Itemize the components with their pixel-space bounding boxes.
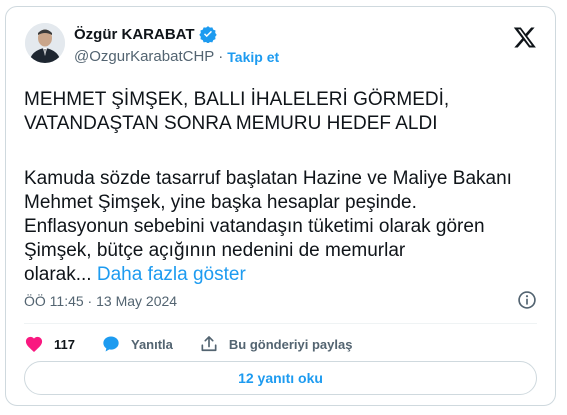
body-line-last: olarak... Daha fazla göster: [24, 263, 544, 287]
body-line: Kamuda sözde tasarruf başlatan Hazine ve…: [24, 168, 512, 189]
x-logo-icon[interactable]: [513, 25, 537, 49]
author-handle-row: @OzgurKarabatCHP · Takip et: [74, 48, 279, 65]
tweet-card[interactable]: Özgür KARABAT @OzgurKarabatCHP · Takip e…: [5, 6, 556, 406]
avatar[interactable]: [25, 23, 65, 63]
divider: [24, 323, 537, 324]
headline-line: MEHMET ŞİMŞEK, BALLI İHALELERİ GÖRMEDİ,: [24, 89, 450, 110]
body-line: Enflasyonun sebebini vatandaşın tüketimi…: [24, 216, 485, 237]
info-icon[interactable]: [517, 290, 537, 310]
heart-icon: [25, 336, 43, 352]
reply-label: Yanıtla: [130, 336, 173, 352]
like-button[interactable]: 117: [24, 334, 75, 354]
headline-line: VATANDAŞTAN SONRA MEMURU HEDEF ALDI: [24, 113, 438, 134]
share-label: Bu gönderiyi paylaş: [228, 336, 353, 352]
reply-bubble-icon: [103, 336, 119, 352]
show-more-link[interactable]: Daha fazla göster: [97, 264, 246, 285]
tweet-timestamp[interactable]: ÖÖ 11:45 · 13 May 2024: [24, 293, 177, 309]
share-icon: [201, 336, 217, 352]
verified-badge-icon: [198, 25, 217, 44]
reply-button[interactable]: Yanıtla: [101, 334, 173, 354]
author-name[interactable]: Özgür KARABAT: [74, 26, 195, 43]
body-line: olarak...: [24, 264, 92, 285]
author-handle[interactable]: @OzgurKarabatCHP: [74, 48, 214, 65]
tweet-headline: MEHMET ŞİMŞEK, BALLI İHALELERİ GÖRMEDİ, …: [24, 88, 544, 136]
tweet-body: Kamuda sözde tasarruf başlatan Hazine ve…: [24, 167, 544, 287]
body-line: Mehmet Şimşek, yine başka hesaplar peşin…: [24, 192, 417, 213]
share-button[interactable]: Bu gönderiyi paylaş: [199, 334, 353, 354]
author-name-row: Özgür KARABAT: [74, 25, 217, 44]
action-bar: 117 Yanıtla Bu gönderiyi paylaş: [24, 333, 378, 355]
like-count: 117: [54, 336, 75, 352]
follow-button[interactable]: Takip et: [227, 49, 279, 65]
body-line: Şimşek, bütçe açığının nedenini de memur…: [24, 240, 406, 261]
separator-dot: ·: [218, 48, 224, 65]
read-replies-button[interactable]: 12 yanıtı oku: [24, 361, 537, 395]
